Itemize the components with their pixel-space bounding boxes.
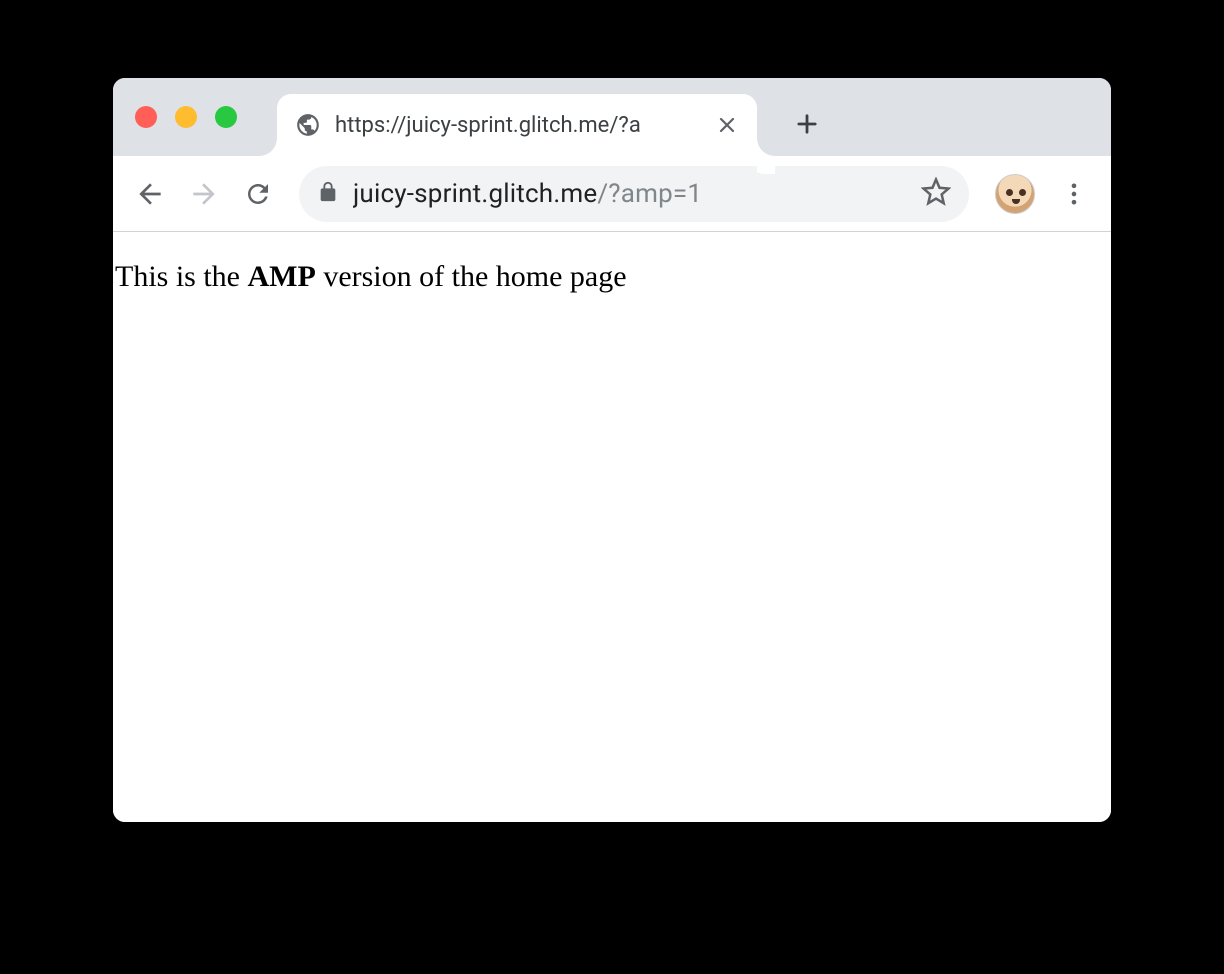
text-prefix: This is the (115, 260, 248, 293)
window-minimize-button[interactable] (175, 106, 197, 128)
browser-tab[interactable]: https://juicy-sprint.glitch.me/?a (277, 94, 757, 156)
tab-title: https://juicy-sprint.glitch.me/?a (335, 113, 701, 138)
window-close-button[interactable] (135, 106, 157, 128)
url-path: /?amp=1 (597, 179, 702, 209)
page-viewport: This is the AMP version of the home page (113, 232, 1111, 822)
profile-avatar[interactable] (995, 174, 1035, 214)
url-host: juicy-sprint.glitch.me (353, 179, 597, 209)
new-tab-button[interactable] (785, 102, 829, 146)
browser-window: https://juicy-sprint.glitch.me/?a (113, 78, 1111, 822)
window-maximize-button[interactable] (215, 106, 237, 128)
lock-icon (317, 181, 339, 207)
reload-button[interactable] (235, 171, 281, 217)
page-content-text: This is the AMP version of the home page (113, 260, 1111, 294)
url-text: juicy-sprint.glitch.me/?amp=1 (353, 179, 907, 209)
forward-button[interactable] (181, 171, 227, 217)
globe-icon (295, 112, 321, 138)
menu-button[interactable] (1051, 171, 1097, 217)
tab-strip: https://juicy-sprint.glitch.me/?a (113, 78, 1111, 156)
back-button[interactable] (127, 171, 173, 217)
address-bar[interactable]: juicy-sprint.glitch.me/?amp=1 (299, 166, 969, 222)
close-icon[interactable] (715, 113, 739, 137)
toolbar: juicy-sprint.glitch.me/?amp=1 (113, 156, 1111, 232)
bookmark-star-icon[interactable] (921, 177, 951, 211)
window-controls (135, 106, 237, 128)
text-bold: AMP (248, 260, 316, 293)
text-suffix: version of the home page (316, 260, 627, 293)
